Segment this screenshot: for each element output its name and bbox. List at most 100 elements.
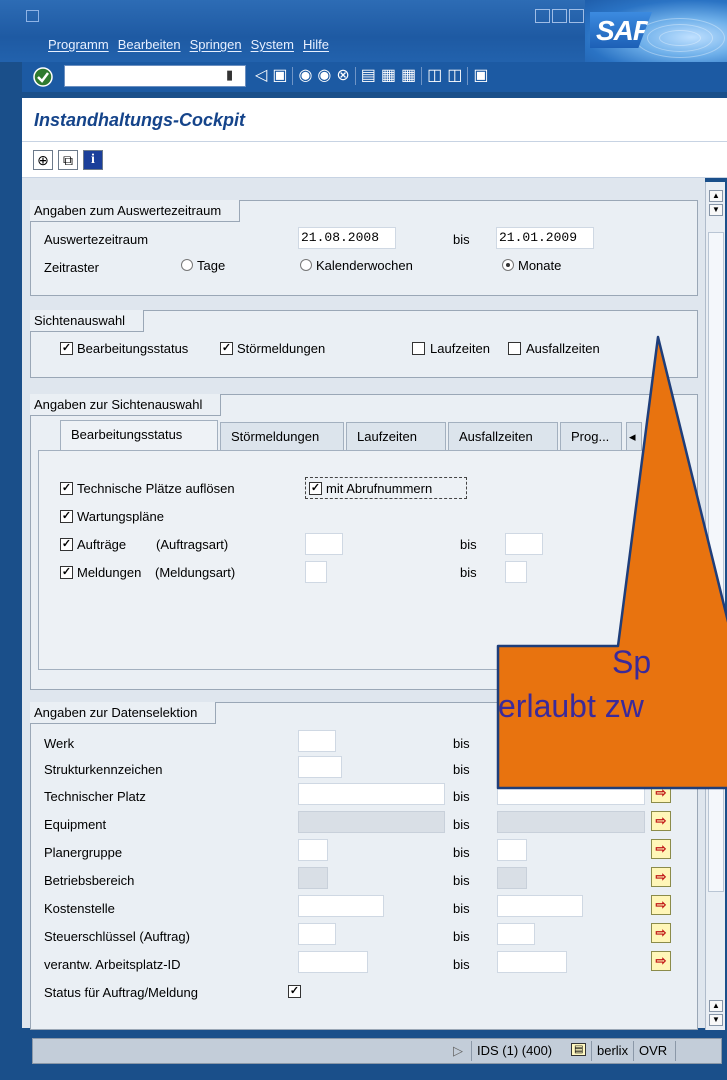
planergruppe-multiple-selection-icon[interactable]: ⇨: [651, 839, 671, 859]
first-page-icon[interactable]: ◫: [427, 64, 442, 88]
sel-label-planergruppe: Planergruppe: [44, 845, 123, 860]
vertical-scrollbar[interactable]: ▲ ▼ ▲ ▼: [705, 182, 725, 1030]
save-icon[interactable]: ▣: [272, 64, 287, 88]
find-icon[interactable]: ▦: [381, 64, 396, 88]
command-dropdown-icon[interactable]: ▮: [226, 67, 233, 83]
radio-monate-label: Monate: [518, 258, 562, 273]
command-field[interactable]: [64, 65, 246, 87]
menu-springen[interactable]: Springen: [190, 37, 242, 52]
enter-icon[interactable]: [32, 66, 54, 88]
technischer-platz-multiple-selection-icon[interactable]: ⇨: [651, 783, 671, 803]
tab-bearbeitungsstatus[interactable]: Bearbeitungsstatus: [60, 420, 218, 450]
get-variant-icon[interactable]: ⧉: [58, 150, 78, 170]
planergruppe-from-field[interactable]: [298, 839, 328, 861]
maximize-button[interactable]: [552, 9, 567, 23]
window-frame-left: [0, 0, 22, 1080]
sel-label-werk: Werk: [44, 736, 75, 751]
exit-icon[interactable]: ◉: [317, 64, 331, 88]
menu-bearbeiten[interactable]: Bearbeiten: [118, 37, 181, 52]
selection-group-title: Angaben zur Datenselektion: [30, 702, 217, 724]
kostenstelle-from-field[interactable]: [298, 895, 384, 917]
menu-system[interactable]: System: [251, 37, 294, 52]
meldungsart-from-field[interactable]: [305, 561, 327, 583]
system-menu-icon[interactable]: [26, 10, 39, 22]
tab-ausfallzeiten[interactable]: Ausfallzeiten: [448, 422, 558, 450]
steuerschluessel-to-field[interactable]: [497, 923, 535, 945]
tab-scroll-left-icon[interactable]: ◂: [626, 422, 642, 450]
menu-hilfe[interactable]: Hilfe: [303, 37, 329, 52]
minimize-button[interactable]: [535, 9, 550, 23]
status-auftrag-label: Status für Auftrag/Meldung: [44, 985, 198, 1000]
kostenstelle-to-field[interactable]: [497, 895, 583, 917]
radio-kalenderwochen-label: Kalenderwochen: [316, 258, 413, 273]
auftragsart-from-field[interactable]: [305, 533, 343, 555]
view-checkbox-laufzeiten[interactable]: [412, 342, 425, 355]
meldungen-checkbox[interactable]: ✓: [60, 566, 73, 579]
equipment-to-field[interactable]: [497, 811, 645, 833]
abruf-checkbox[interactable]: ✓: [309, 482, 322, 495]
werk-from-field[interactable]: [298, 730, 336, 752]
arbeitsplatz-to-field[interactable]: [497, 951, 567, 973]
status-auftrag-checkbox[interactable]: ✓: [288, 985, 301, 998]
equipment-from-field[interactable]: [298, 811, 445, 833]
scroll-up-bottom-icon[interactable]: ▲: [709, 1000, 723, 1012]
equipment-multiple-selection-icon[interactable]: ⇨: [651, 811, 671, 831]
cancel-icon[interactable]: ⊗: [336, 64, 349, 88]
scrollbar-track[interactable]: [708, 232, 724, 892]
planergruppe-to-field[interactable]: [497, 839, 527, 861]
strukturkennzeichen-from-field[interactable]: [298, 756, 342, 778]
view-checkbox-bearbeitungsstatus[interactable]: ✓: [60, 342, 73, 355]
radio-kalenderwochen[interactable]: [300, 259, 312, 271]
application-toolbar: ⊕ ⧉ i: [22, 142, 727, 178]
tab-prog[interactable]: Prog...: [560, 422, 622, 450]
technischer-platz-to-field[interactable]: [497, 783, 645, 805]
scroll-down-bottom-icon[interactable]: ▼: [709, 1014, 723, 1026]
view-checkbox-stoermeldungen[interactable]: ✓: [220, 342, 233, 355]
auftraege-checkbox[interactable]: ✓: [60, 538, 73, 551]
last-page-icon[interactable]: ◫: [447, 64, 462, 88]
info-icon[interactable]: i: [83, 150, 103, 170]
tab-laufzeiten[interactable]: Laufzeiten: [346, 422, 446, 450]
strukturkennzeichen-bis: bis: [453, 762, 470, 777]
tp-checkbox[interactable]: ✓: [60, 482, 73, 495]
tab-stoermeldungen[interactable]: Störmeldungen: [220, 422, 344, 450]
back-icon[interactable]: ◉: [298, 64, 312, 88]
auftragsart-bis-label: bis: [460, 537, 477, 552]
arbeitsplatz-multiple-selection-icon[interactable]: ⇨: [651, 951, 671, 971]
new-session-icon[interactable]: ▣: [473, 64, 488, 88]
status-list-icon[interactable]: ▤: [571, 1043, 587, 1056]
wp-checkbox[interactable]: ✓: [60, 510, 73, 523]
status-expand-icon[interactable]: ▷: [453, 1043, 463, 1059]
sel-label-kostenstelle: Kostenstelle: [44, 901, 115, 916]
auftragsart-label: (Auftragsart): [156, 537, 229, 552]
betriebsbereich-multiple-selection-icon[interactable]: ⇨: [651, 867, 671, 887]
technischer-platz-from-field[interactable]: [298, 783, 445, 805]
period-from-field[interactable]: 21.08.2008: [298, 227, 396, 249]
view-label-stoermeldungen: Störmeldungen: [237, 341, 326, 356]
views-group-title: Sichtenauswahl: [30, 310, 145, 332]
betriebsbereich-from-field[interactable]: [298, 867, 328, 889]
find-next-icon[interactable]: ▦: [401, 64, 416, 88]
radio-monate[interactable]: [502, 259, 514, 271]
menu-programm[interactable]: Programm: [48, 37, 109, 52]
scroll-down-icon[interactable]: ▼: [709, 204, 723, 216]
auftragsart-to-field[interactable]: [505, 533, 543, 555]
status-bar: ▷ IDS (1) (400) ▤ berlix OVR: [32, 1038, 722, 1064]
radio-tage[interactable]: [181, 259, 193, 271]
sel-label-strukturkennzeichen: Strukturkennzeichen: [44, 762, 163, 777]
steuerschluessel-multiple-selection-icon[interactable]: ⇨: [651, 923, 671, 943]
print-icon[interactable]: ▤: [361, 64, 376, 88]
scroll-up-icon[interactable]: ▲: [709, 190, 723, 202]
steuerschluessel-from-field[interactable]: [298, 923, 336, 945]
period-to-field[interactable]: 21.01.2009: [496, 227, 594, 249]
kostenstelle-multiple-selection-icon[interactable]: ⇨: [651, 895, 671, 915]
menu-bar: Programm Bearbeiten Springen System Hilf…: [48, 37, 329, 52]
close-button[interactable]: [569, 9, 584, 23]
betriebsbereich-to-field[interactable]: [497, 867, 527, 889]
back-arrow-icon[interactable]: ◁: [255, 64, 267, 88]
raster-label: Zeitraster: [44, 260, 99, 275]
view-checkbox-ausfallzeiten[interactable]: [508, 342, 521, 355]
execute-icon[interactable]: ⊕: [33, 150, 53, 170]
meldungsart-to-field[interactable]: [505, 561, 527, 583]
arbeitsplatz-from-field[interactable]: [298, 951, 368, 973]
